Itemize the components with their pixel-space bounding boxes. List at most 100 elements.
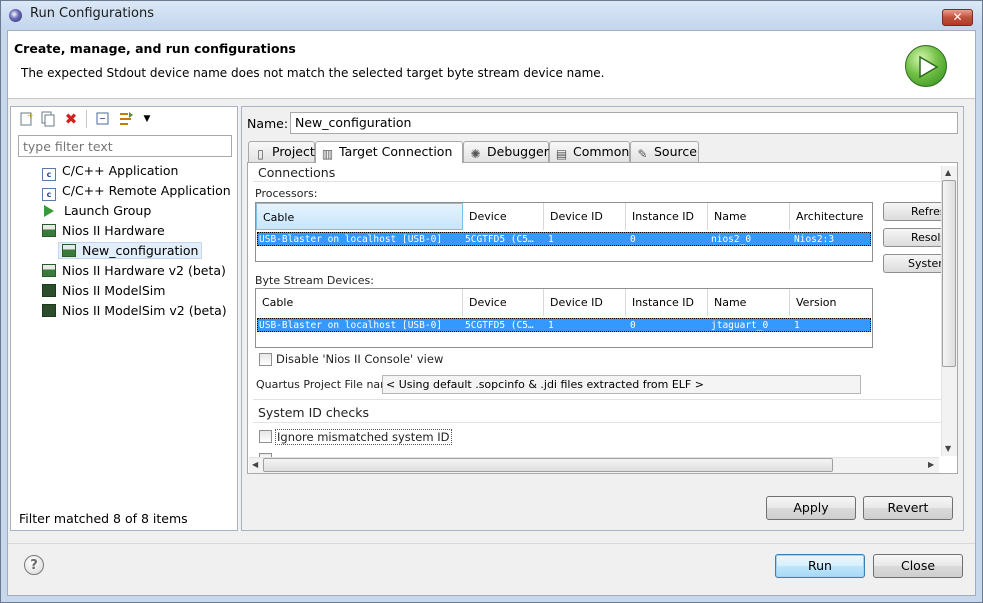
filter-input[interactable] [18, 135, 232, 157]
cell-name: nios2_0 [711, 234, 752, 245]
tree-item-nios-modelsim-v2[interactable]: Nios II ModelSim v2 (beta) [42, 301, 227, 321]
debugger-icon: ✺ [470, 147, 481, 161]
processors-table[interactable]: Cable Device Device ID Instance ID Name … [255, 202, 873, 262]
qpf-label: Quartus Project File name: [256, 378, 402, 391]
horizontal-scroll-thumb[interactable] [263, 458, 833, 472]
duplicate-icon[interactable] [40, 111, 56, 127]
window-close-button[interactable]: ✕ [942, 9, 973, 26]
help-icon[interactable]: ? [24, 555, 44, 575]
nios-hardware-icon [42, 264, 56, 277]
tab-target-connection[interactable]: ▥ Target Connection [315, 141, 463, 163]
run-button[interactable]: Run [775, 554, 865, 578]
apply-button[interactable]: Apply [766, 496, 856, 520]
close-button[interactable]: Close [873, 554, 963, 578]
vertical-scroll-thumb[interactable] [942, 180, 956, 367]
new-configuration-icon[interactable]: + [18, 111, 34, 127]
filter-configurations-icon[interactable] [118, 111, 134, 127]
cell-version: 1 [794, 320, 800, 331]
tree-item-new-configuration[interactable]: New_configuration [58, 241, 203, 261]
tree-item-cpp-remote-application[interactable]: c C/C++ Remote Application [42, 181, 231, 201]
cell-instance-id: 0 [630, 234, 636, 245]
c-app-icon: c [42, 168, 56, 181]
scroll-left-arrow-icon[interactable]: ◀ [252, 460, 258, 469]
tab-common[interactable]: ▤ Common [549, 141, 630, 162]
column-instance-id[interactable]: Instance ID [626, 203, 708, 230]
cell-device-id: 1 [548, 320, 554, 331]
view-menu-chevron-icon[interactable]: ▼ [139, 111, 155, 127]
project-icon: ▯ [257, 147, 264, 161]
modelsim-icon [42, 304, 56, 317]
column-instance-id[interactable]: Instance ID [626, 289, 708, 316]
nios-config-icon [62, 244, 76, 257]
name-label: Name: [247, 116, 289, 131]
cell-architecture: Nios2:3 [794, 234, 835, 245]
banner-message: The expected Stdout device name does not… [21, 66, 605, 80]
tree-item-nios-hardware-v2[interactable]: Nios II Hardware v2 (beta) [42, 261, 226, 281]
scroll-up-arrow-icon[interactable]: ▲ [945, 168, 951, 177]
source-icon: ✎ [637, 147, 648, 161]
ignore-system-id-checkbox[interactable] [259, 430, 272, 443]
qpf-field[interactable]: < Using default .sopcinfo & .jdi files e… [382, 375, 861, 394]
disable-console-checkbox[interactable] [259, 353, 272, 366]
scroll-right-arrow-icon[interactable]: ▶ [928, 460, 934, 469]
column-name[interactable]: Name [708, 203, 790, 230]
column-device[interactable]: Device [463, 203, 544, 230]
banner-title: Create, manage, and run configurations [14, 41, 296, 56]
system-id-properties-button[interactable]: System ID Properties... [883, 254, 943, 273]
cell-device: 5CGTFD5 (C5… [465, 320, 534, 331]
column-architecture[interactable]: Architecture [790, 203, 872, 230]
resolve-names-button[interactable]: Resolve Names [883, 228, 943, 247]
window-title: Run Configurations [30, 6, 154, 21]
tab-source[interactable]: ✎ Source [630, 141, 699, 162]
tree-item-nios-hardware[interactable]: Nios II Hardware [42, 221, 165, 241]
processors-label: Processors: [255, 187, 318, 200]
column-version[interactable]: Version [790, 289, 872, 316]
scroll-down-arrow-icon[interactable]: ▼ [945, 444, 951, 453]
name-input[interactable]: New_configuration [290, 112, 958, 134]
tab-project[interactable]: ▯ Project [248, 141, 315, 162]
refresh-connections-button[interactable]: Refresh Connections [883, 202, 943, 221]
column-name[interactable]: Name [708, 289, 790, 316]
column-cable[interactable]: Cable [256, 203, 463, 230]
cell-cable: USB-Blaster on localhost [USB-0] [259, 234, 443, 245]
footer-separator [8, 543, 975, 544]
table-row[interactable]: USB-Blaster on localhost [USB-0] 5CGTFD5… [257, 318, 871, 332]
group-divider [253, 422, 941, 423]
column-cable[interactable]: Cable [256, 289, 463, 316]
column-device[interactable]: Device [463, 289, 544, 316]
cell-device-id: 1 [548, 234, 554, 245]
cell-device: 5CGTFD5 (C5… [465, 234, 534, 245]
modelsim-icon [42, 284, 56, 297]
target-connection-icon: ▥ [321, 147, 334, 161]
connections-title: Connections [258, 165, 336, 180]
common-icon: ▤ [555, 147, 568, 161]
selected-node: New_configuration [58, 242, 203, 259]
table-row[interactable]: USB-Blaster on localhost [USB-0] 5CGTFD5… [257, 232, 871, 246]
tree-item-nios-modelsim[interactable]: Nios II ModelSim [42, 281, 165, 301]
toolbar-separator [86, 110, 87, 128]
byte-stream-table[interactable]: Cable Device Device ID Instance ID Name … [255, 288, 873, 348]
delete-icon[interactable]: ✖ [63, 111, 79, 127]
cell-name: jtaguart_0 [711, 320, 769, 331]
c-app-icon: c [42, 188, 56, 201]
column-device-id[interactable]: Device ID [544, 203, 626, 230]
tree-item-cpp-application[interactable]: c C/C++ Application [42, 161, 178, 181]
system-id-title: System ID checks [258, 405, 369, 420]
byte-stream-label: Byte Stream Devices: [255, 274, 374, 287]
svg-text:+: + [27, 111, 34, 120]
run-large-icon [905, 45, 947, 87]
tab-debugger[interactable]: ✺ Debugger [463, 141, 549, 162]
group-divider [253, 181, 941, 182]
tree-item-launch-group[interactable]: Launch Group [44, 201, 151, 221]
revert-button[interactable]: Revert [863, 496, 953, 520]
collapse-all-icon[interactable] [95, 111, 111, 127]
disable-console-label: Disable 'Nios II Console' view [276, 352, 444, 366]
nios-hardware-icon [42, 224, 56, 237]
filter-status: Filter matched 8 of 8 items [19, 511, 188, 526]
cell-instance-id: 0 [630, 320, 636, 331]
column-device-id[interactable]: Device ID [544, 289, 626, 316]
cell-cable: USB-Blaster on localhost [USB-0] [259, 320, 443, 331]
group-divider [253, 399, 941, 400]
launch-group-icon [44, 205, 54, 217]
ignore-system-id-label: Ignore mismatched system ID [275, 429, 452, 445]
